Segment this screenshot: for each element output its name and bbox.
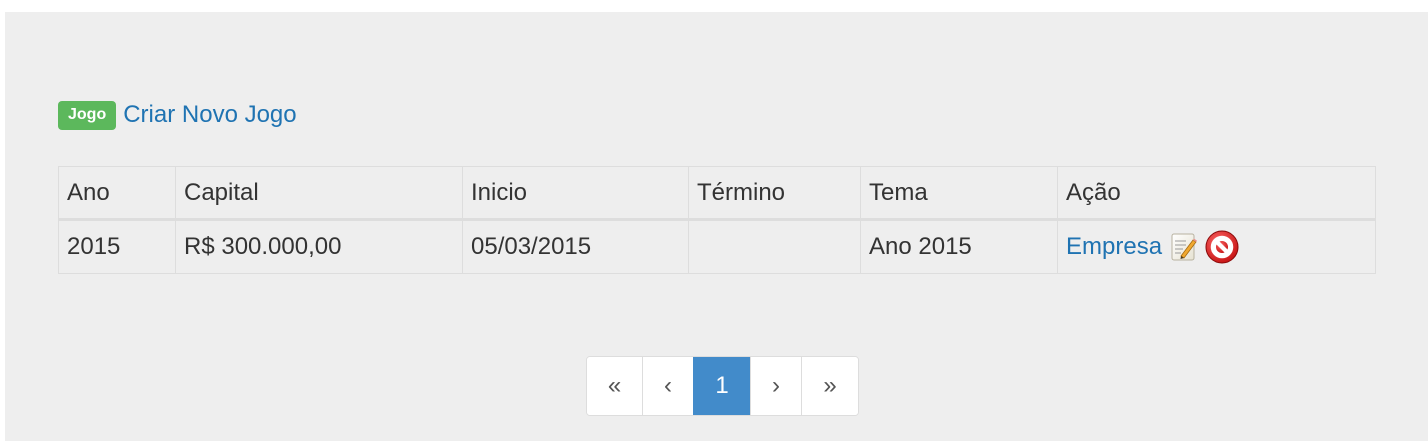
edit-icon[interactable] <box>1170 232 1198 262</box>
first-page-button[interactable]: « <box>587 357 642 415</box>
column-header-capital: Capital <box>175 166 463 221</box>
column-header-acao: Ação <box>1057 166 1376 221</box>
table-header-row: Ano Capital Inicio Término Tema Ação <box>58 166 1376 221</box>
column-header-inicio: Inicio <box>462 166 689 221</box>
last-page-button[interactable]: » <box>801 357 858 415</box>
empresa-link[interactable]: Empresa <box>1066 233 1162 261</box>
column-header-ano: Ano <box>58 166 176 221</box>
previous-page-button[interactable]: ‹ <box>642 357 693 415</box>
content-panel: Jogo Criar Novo Jogo Ano Capital Inicio … <box>5 12 1428 441</box>
jogo-badge: Jogo <box>58 100 117 130</box>
cell-ano: 2015 <box>58 219 176 274</box>
games-table: Ano Capital Inicio Término Tema Ação 201… <box>58 166 1376 274</box>
next-page-button[interactable]: › <box>750 357 801 415</box>
cell-acao: Empresa <box>1057 219 1376 274</box>
cell-capital: R$ 300.000,00 <box>175 219 463 274</box>
column-header-termino: Término <box>688 166 861 221</box>
cell-inicio: 05/03/2015 <box>462 219 689 274</box>
current-page-button[interactable]: 1 <box>693 357 750 415</box>
delete-icon[interactable] <box>1204 229 1240 265</box>
page-header: Jogo Criar Novo Jogo <box>58 100 297 130</box>
cell-termino <box>688 219 861 274</box>
create-new-game-link[interactable]: Criar Novo Jogo <box>123 101 296 129</box>
table-row: 2015 R$ 300.000,00 05/03/2015 Ano 2015 E… <box>58 219 1376 274</box>
action-group: Empresa <box>1066 221 1367 273</box>
cell-tema: Ano 2015 <box>860 219 1058 274</box>
column-header-tema: Tema <box>860 166 1058 221</box>
pagination: « ‹ 1 › » <box>586 356 859 416</box>
